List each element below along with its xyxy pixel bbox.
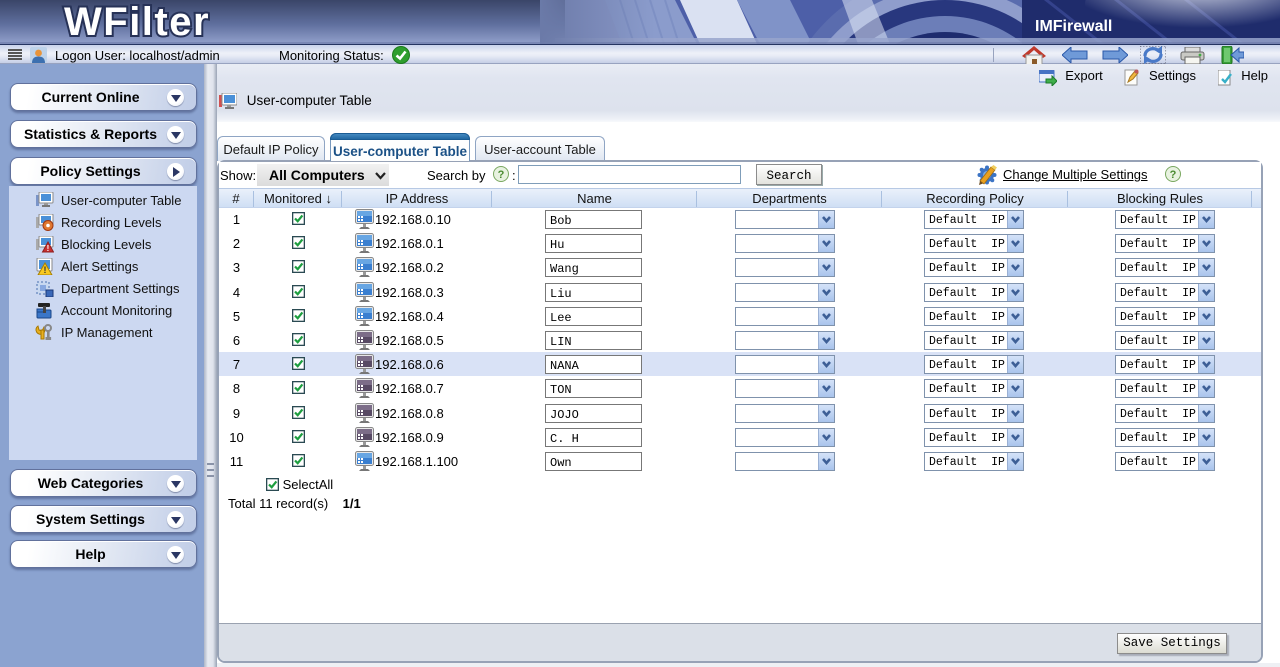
svg-text:?: ? — [498, 169, 505, 181]
svg-text:!: ! — [47, 244, 50, 253]
svg-text:?: ? — [1170, 169, 1177, 181]
svg-text:IMFirewall: IMFirewall — [1035, 18, 1112, 35]
svg-text:WFilter: WFilter — [64, 0, 210, 44]
svg-text:!: ! — [44, 265, 47, 275]
